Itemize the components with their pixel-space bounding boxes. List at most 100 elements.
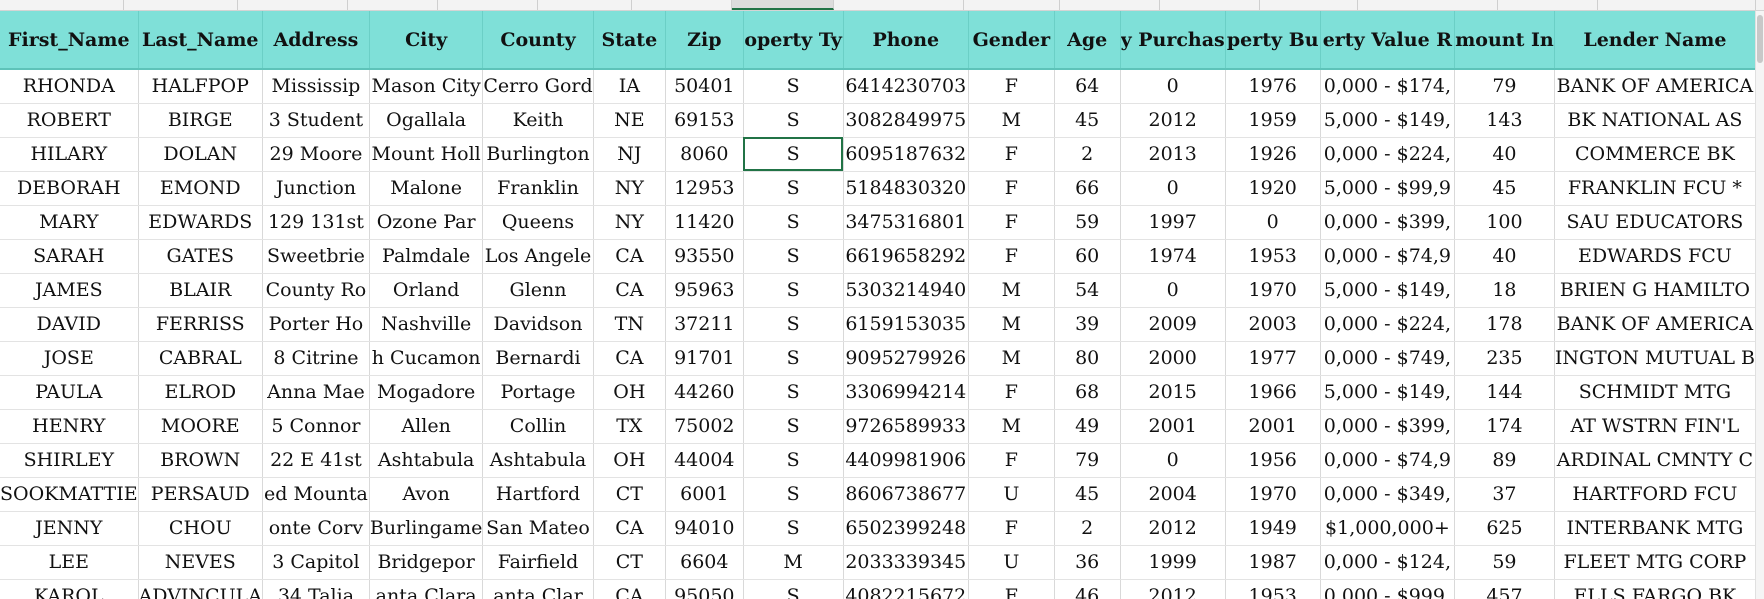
table-cell[interactable]: CABRAL <box>138 341 263 376</box>
table-cell[interactable]: M <box>968 341 1055 376</box>
table-cell[interactable]: S <box>743 171 844 206</box>
table-cell[interactable]: Ashtabula <box>369 443 484 478</box>
table-cell[interactable]: ed Mounta <box>262 477 370 512</box>
table-cell[interactable]: anta Clara <box>369 579 484 599</box>
table-cell[interactable]: 64 <box>1054 69 1121 104</box>
table-cell[interactable]: S <box>743 239 844 274</box>
table-cell[interactable]: 5303214940 <box>843 273 969 308</box>
table-cell[interactable]: 5,000 - $99,9 <box>1320 171 1456 206</box>
table-cell[interactable]: S <box>743 103 844 138</box>
table-cell[interactable]: h Cucamon <box>369 341 484 376</box>
table-cell[interactable]: 6619658292 <box>843 239 969 274</box>
table-cell[interactable]: S <box>743 409 844 444</box>
table-cell[interactable]: 0 <box>1120 171 1226 206</box>
table-cell[interactable]: 44004 <box>665 443 744 478</box>
table-cell[interactable]: 1987 <box>1225 545 1321 580</box>
table-cell[interactable]: BROWN <box>138 443 263 478</box>
table-cell[interactable]: 95963 <box>665 273 744 308</box>
table-cell[interactable]: Portage <box>482 375 594 410</box>
table-cell[interactable]: 45 <box>1454 171 1555 206</box>
table-cell[interactable]: F <box>968 205 1055 240</box>
table-cell[interactable]: San Mateo <box>482 511 594 546</box>
table-cell[interactable]: 1974 <box>1120 239 1226 274</box>
table-cell[interactable]: 34 Talia <box>262 579 370 599</box>
column-header[interactable]: Gender <box>968 11 1055 70</box>
table-cell[interactable]: Junction <box>262 171 370 206</box>
table-cell[interactable]: CA <box>593 511 667 546</box>
column-header[interactable]: State <box>593 11 667 70</box>
table-cell[interactable]: Collin <box>482 409 594 444</box>
table-cell[interactable]: 60 <box>1054 239 1121 274</box>
table-cell[interactable]: Bernardi <box>482 341 594 376</box>
table-cell[interactable]: Orland <box>369 273 484 308</box>
table-cell[interactable]: 44260 <box>665 375 744 410</box>
table-cell[interactable]: Sweetbrie <box>262 239 370 274</box>
table-cell[interactable]: 2012 <box>1120 511 1226 546</box>
table-cell[interactable]: 5,000 - $149, <box>1320 103 1456 138</box>
table-cell[interactable]: CA <box>593 273 667 308</box>
table-cell[interactable]: 457 <box>1454 579 1555 599</box>
table-cell[interactable]: 49 <box>1054 409 1121 444</box>
column-header[interactable]: Last_Name <box>138 11 263 70</box>
table-cell[interactable]: 0,000 - $74,9 <box>1320 239 1456 274</box>
table-cell[interactable]: Porter Ho <box>262 307 370 342</box>
table-cell[interactable]: F <box>968 443 1055 478</box>
table-cell[interactable]: F <box>968 579 1055 599</box>
table-cell[interactable]: FRANKLIN FCU * <box>1554 171 1756 206</box>
table-cell[interactable]: COMMERCE BK <box>1554 137 1756 172</box>
table-cell[interactable]: 9726589933 <box>843 409 969 444</box>
table-cell[interactable]: 93550 <box>665 239 744 274</box>
table-cell[interactable]: DAVID <box>0 307 139 342</box>
table-cell[interactable]: 1977 <box>1225 341 1321 376</box>
column-header[interactable]: y Purchas <box>1120 11 1226 70</box>
table-cell[interactable]: 1920 <box>1225 171 1321 206</box>
table-cell[interactable]: 79 <box>1454 69 1555 104</box>
table-cell[interactable]: Mississip <box>262 69 370 104</box>
column-header[interactable]: operty Ty <box>743 11 844 70</box>
table-cell[interactable]: S <box>743 579 844 599</box>
table-cell[interactable]: JOSE <box>0 341 139 376</box>
table-cell[interactable]: 69153 <box>665 103 744 138</box>
table-cell[interactable]: 0,000 - $124, <box>1320 545 1456 580</box>
table-cell[interactable]: S <box>743 307 844 342</box>
column-header[interactable]: County <box>482 11 594 70</box>
table-cell[interactable]: 18 <box>1454 273 1555 308</box>
table-cell[interactable]: 79 <box>1054 443 1121 478</box>
column-header[interactable]: First_Name <box>0 11 139 70</box>
table-cell[interactable]: 39 <box>1054 307 1121 342</box>
table-cell[interactable]: F <box>968 171 1055 206</box>
table-cell[interactable]: 5184830320 <box>843 171 969 206</box>
table-cell[interactable]: M <box>968 273 1055 308</box>
table-cell[interactable]: SHIRLEY <box>0 443 139 478</box>
table-cell[interactable]: Palmdale <box>369 239 484 274</box>
table-cell[interactable]: 2000 <box>1120 341 1226 376</box>
table-cell[interactable]: Anna Mae <box>262 375 370 410</box>
table-cell[interactable]: 0,000 - $349, <box>1320 477 1456 512</box>
column-letter-strip[interactable] <box>0 0 1764 11</box>
table-cell[interactable]: F <box>968 511 1055 546</box>
table-cell[interactable]: 144 <box>1454 375 1555 410</box>
table-cell[interactable]: 2015 <box>1120 375 1226 410</box>
table-cell[interactable]: FLEET MTG CORP <box>1554 545 1756 580</box>
table-cell[interactable]: M <box>968 103 1055 138</box>
table-cell[interactable]: Mason City <box>369 69 484 104</box>
table-cell[interactable]: 54 <box>1054 273 1121 308</box>
table-cell[interactable]: 59 <box>1054 205 1121 240</box>
table-cell[interactable]: 1956 <box>1225 443 1321 478</box>
table-cell[interactable]: S <box>743 477 844 512</box>
table-cell[interactable]: F <box>968 239 1055 274</box>
table-cell[interactable]: AT WSTRN FIN'L <box>1554 409 1756 444</box>
table-cell[interactable]: LEE <box>0 545 139 580</box>
table-cell[interactable]: County Ro <box>262 273 370 308</box>
table-cell[interactable]: anta Clar <box>482 579 594 599</box>
table-cell[interactable]: EDWARDS <box>138 205 263 240</box>
table-cell[interactable]: onte Corv <box>262 511 370 546</box>
table-cell[interactable]: Burlingame <box>369 511 484 546</box>
table-cell[interactable]: 2001 <box>1225 409 1321 444</box>
table-cell[interactable]: 178 <box>1454 307 1555 342</box>
table-cell[interactable]: 95050 <box>665 579 744 599</box>
table-cell[interactable]: 37211 <box>665 307 744 342</box>
table-cell[interactable]: SAU EDUCATORS <box>1554 205 1756 240</box>
table-cell[interactable]: INGTON MUTUAL B <box>1554 341 1756 376</box>
column-header[interactable]: Address <box>262 11 370 70</box>
